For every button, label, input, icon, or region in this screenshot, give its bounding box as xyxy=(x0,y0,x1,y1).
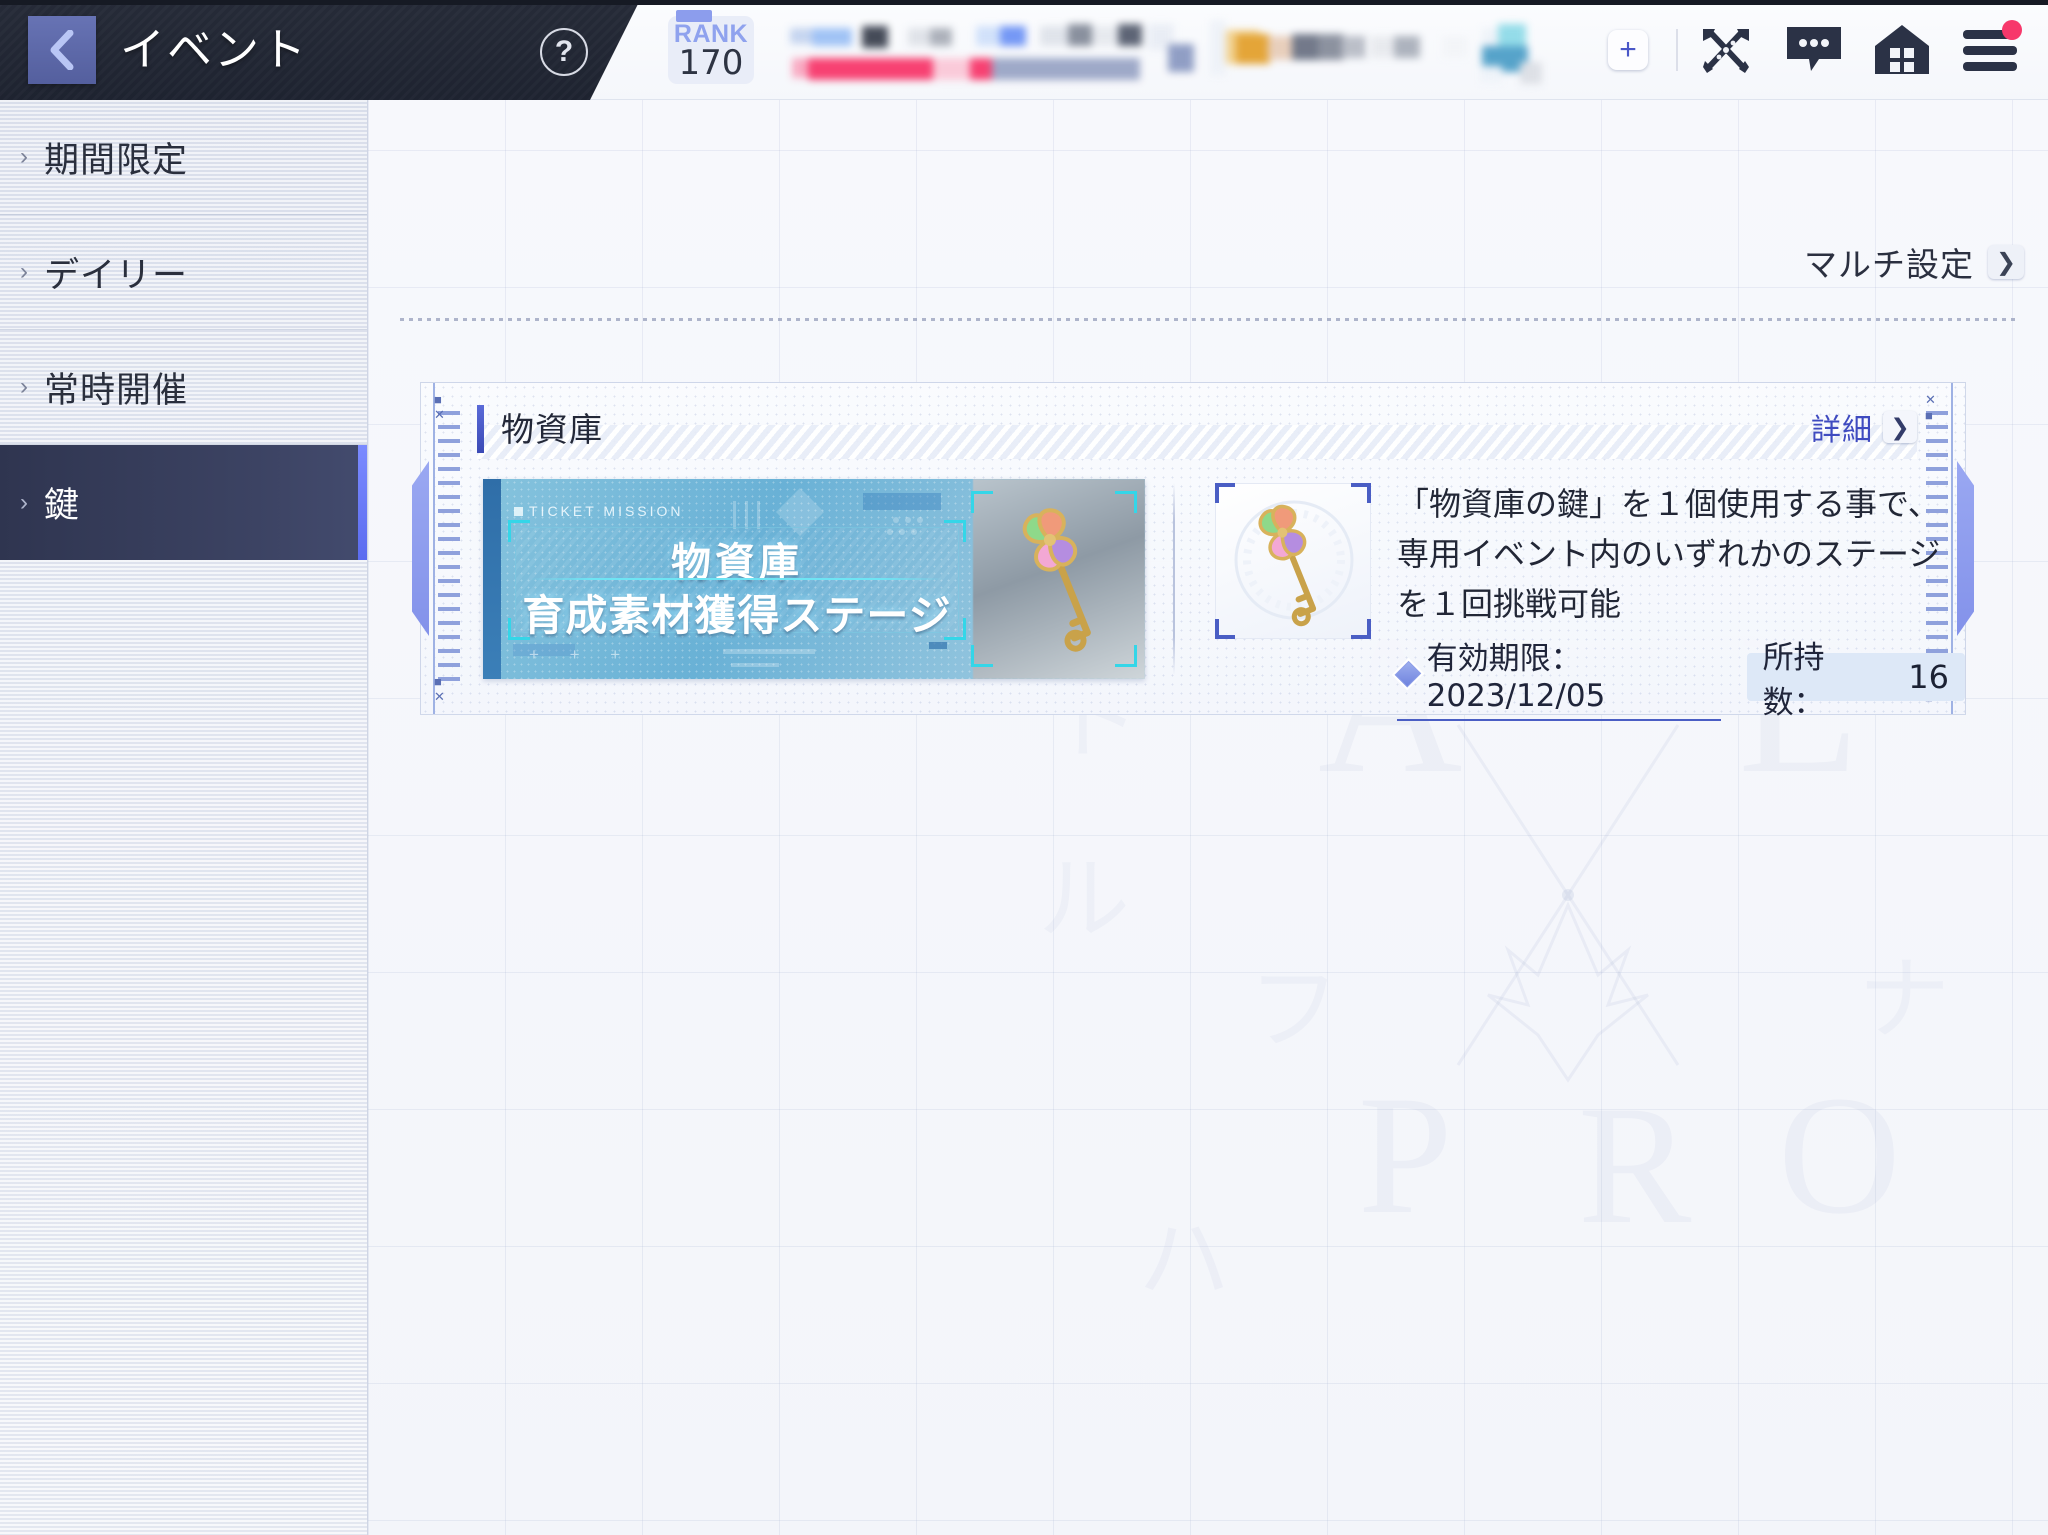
header-divider xyxy=(1676,29,1678,71)
chevron-left-icon xyxy=(50,30,74,70)
rank-value: 170 xyxy=(678,42,744,83)
golden-key-icon xyxy=(1022,508,1091,652)
sidebar-item-key[interactable]: › 鍵 xyxy=(0,445,367,560)
sidebar: › 期間限定 › デイリー › 常時開催 › 鍵 xyxy=(0,100,368,1535)
chevron-right-icon: › xyxy=(20,488,28,516)
card-header: 物資庫 詳細 ❯ xyxy=(477,401,1917,459)
banner-tag-label: TICKET MISSION xyxy=(514,503,684,519)
sidebar-item-label: 期間限定 xyxy=(44,140,189,181)
menu-button[interactable] xyxy=(1946,18,2034,82)
player-resources-blurred xyxy=(1040,10,1370,86)
card-left-decoration: ■ ✕ ■ ✕ xyxy=(412,383,461,714)
sidebar-item-permanent[interactable]: › 常時開催 xyxy=(0,330,367,445)
card-details-button[interactable]: 詳細 ❯ xyxy=(1811,405,1917,449)
header-top-edge xyxy=(0,0,2048,5)
help-button[interactable]: ? xyxy=(540,28,588,76)
banner-subtitle: 育成素材獲得ステージ xyxy=(522,591,952,640)
expiry-label: 有効期限：2023/12/05 xyxy=(1426,641,1606,714)
chevron-right-icon: › xyxy=(20,143,28,170)
item-description: 「物資庫の鍵」を１個使用する事で、専用イベント内のいずれかのステージを１回挑戦可… xyxy=(1397,485,1941,623)
sidebar-item-limited-time[interactable]: › 期間限定 xyxy=(0,100,367,215)
notification-badge xyxy=(2002,20,2022,40)
page-title: イベント xyxy=(120,23,309,76)
rank-badge: RANK 170 xyxy=(668,10,754,84)
supply-warehouse-card: ■ ✕ ■ ✕ ✕ ■ ✕ ■ 物資庫 詳細 ❯ xyxy=(412,382,1974,721)
chat-button[interactable] xyxy=(1770,18,1858,82)
back-button[interactable] xyxy=(28,16,96,84)
card-details-label: 詳細 xyxy=(1811,413,1873,448)
chevron-right-icon: ❯ xyxy=(1988,245,2024,279)
owned-count-box: 所持数： 16 xyxy=(1746,640,1965,721)
key-item-thumbnail[interactable] xyxy=(1215,483,1371,639)
header-icon-bar: + xyxy=(1584,18,2034,82)
item-meta-row: 有効期限：2023/12/05 所持数： 16 xyxy=(1391,633,1965,721)
weapons-button[interactable] xyxy=(1682,18,1770,82)
chevron-right-icon: › xyxy=(20,373,28,400)
section-divider xyxy=(400,318,2016,321)
sidebar-item-label: 常時開催 xyxy=(44,370,189,411)
expiry-info: 有効期限：2023/12/05 xyxy=(1391,633,1721,721)
main-content: A L P R O ト ル フ ナ ハ マルチ設定 ❯ xyxy=(368,100,2048,1535)
owned-count-value: 16 xyxy=(1908,658,1949,696)
card-vertical-divider xyxy=(1173,483,1175,675)
add-button[interactable]: + xyxy=(1584,18,1672,82)
top-header: イベント ? RANK 170 + xyxy=(0,0,2048,100)
event-banner[interactable]: + + + TICKET MISSION 物資庫 育成素材獲得ステージ xyxy=(483,479,1145,679)
chat-bubble-icon xyxy=(1787,27,1841,71)
card-accent-bar xyxy=(477,405,484,453)
crossed-weapons-icon xyxy=(1703,29,1749,73)
sidebar-item-label: デイリー xyxy=(44,255,189,296)
golden-key-item-icon xyxy=(1234,500,1354,627)
plus-icon: + xyxy=(1608,30,1648,70)
multi-settings-label: マルチ設定 xyxy=(1804,245,1974,284)
home-button[interactable] xyxy=(1858,18,1946,82)
chevron-right-icon: ❯ xyxy=(1883,411,1917,443)
chevron-right-icon: › xyxy=(20,258,28,285)
home-icon xyxy=(1875,25,1929,74)
owned-count-label: 所持数： xyxy=(1762,640,1825,721)
card-title: 物資庫 xyxy=(501,410,603,449)
multi-settings-button[interactable]: マルチ設定 ❯ xyxy=(1804,238,2024,286)
diamond-icon xyxy=(1391,657,1424,690)
player-currency-blurred xyxy=(1370,10,1560,86)
banner-title-box: 物資庫 育成素材獲得ステージ xyxy=(508,520,966,640)
app-root: A L P R O ト ル フ ナ ハ マルチ設定 ❯ xyxy=(0,0,2048,1535)
sidebar-item-label: 鍵 xyxy=(44,486,81,526)
question-mark-icon: ? xyxy=(554,35,574,68)
background-grid xyxy=(368,100,2048,1535)
banner-left-strip xyxy=(483,479,501,679)
sidebar-item-daily[interactable]: › デイリー xyxy=(0,215,367,330)
